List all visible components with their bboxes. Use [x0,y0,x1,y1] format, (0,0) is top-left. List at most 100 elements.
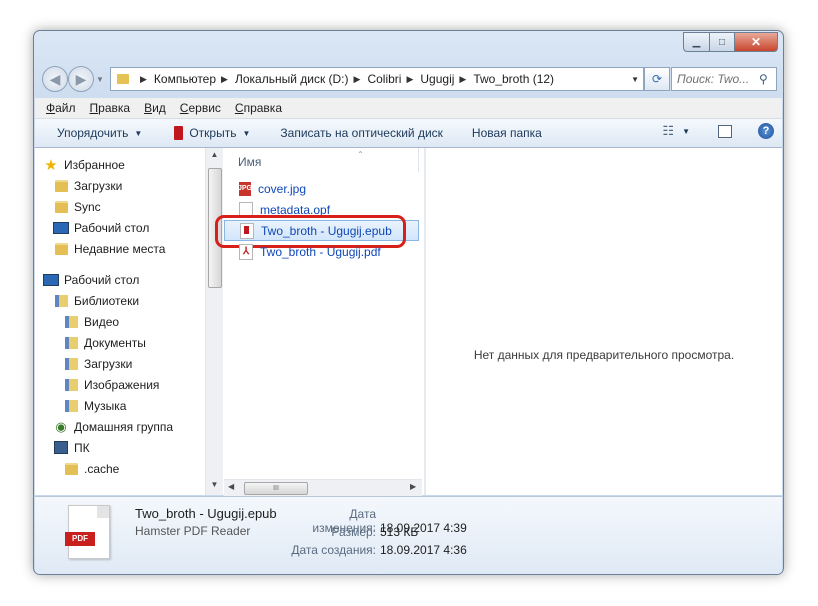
breadcrumb-item[interactable]: ▶ Colibri [349,72,402,86]
content-area: ★ Избранное Загрузки Sync Рабочий стол Недавн… [35,148,782,497]
tree-item-label: Документы [84,335,146,350]
help-icon[interactable]: ? [758,123,774,139]
file-row[interactable]: Two_broth - Ugugij.epub [215,215,419,248]
horizontal-scrollbar[interactable]: ◀ III ▶ [224,479,422,497]
tree-item[interactable]: Рабочий стол [35,217,205,238]
close-button[interactable]: ✕ [735,32,778,52]
address-dropdown-icon[interactable]: ▼ [631,75,639,84]
downloads-library-icon [63,357,79,371]
tree-item[interactable]: Рабочий стол [35,269,205,290]
explorer-window: ▁ □ ✕ ◀ ▶ ▼ ▶ Компьютер ▶ Локальный диск (… [33,30,784,575]
preview-pane: Нет данных для предварительного просмотр… [426,148,782,495]
tree-item-label: Изображения [84,377,160,392]
menu-view[interactable]: Вид [144,101,166,115]
pdf-file-icon: ⅄ [239,243,253,260]
maximize-button[interactable]: □ [710,32,735,52]
details-filename: Two_broth - Ugugij.epub [135,506,277,521]
book-reader-icon [174,126,184,140]
documents-library-icon [63,336,79,350]
tree-item[interactable]: Изображения [35,374,205,395]
open-button[interactable]: Открыть ▼ [174,126,250,140]
menu-help[interactable]: Справка [235,101,282,115]
tree-item[interactable]: ◉ Домашняя группа [35,416,205,437]
search-icon[interactable]: ⚲ [759,72,773,86]
minimize-button[interactable]: ▁ [683,32,710,52]
breadcrumb-item[interactable]: ▶ Локальный диск (D:) [216,72,348,86]
tree-item-label: Загрузки [74,178,123,193]
tree-item[interactable]: Музыка [35,395,205,416]
tree-item[interactable]: Sync [35,196,205,217]
view-options-icon[interactable]: ☷ [662,123,674,139]
file-row[interactable]: ⅄ Two_broth - Ugugij.pdf [224,241,419,262]
search-placeholder: Поиск: Two... [677,72,750,86]
details-pane: PDF Two_broth - Ugugij.epub Hamster PDF … [35,496,782,574]
tree-item-label: Музыка [84,398,127,413]
breadcrumb-item[interactable]: ▶ Ugugij [401,72,454,86]
folder-icon [117,74,129,84]
scroll-right-icon[interactable]: ▶ [410,482,416,491]
tree-item[interactable]: Недавние места [35,238,205,259]
organize-button[interactable]: Упорядочить ▼ [57,126,142,140]
tree-item-label: Sync [74,199,101,214]
navigation-tree: ★ Избранное Загрузки Sync Рабочий стол Недавн… [35,154,205,479]
chevron-down-icon: ▼ [134,128,143,138]
file-name: Two_broth - Ugugij.pdf [260,244,381,259]
caption-buttons: ▁ □ ✕ [683,32,778,52]
navigation-scrollbar[interactable]: ▲ ▼ [205,148,223,495]
recent-pages-dropdown[interactable]: ▼ [96,75,104,84]
computer-icon [53,441,69,455]
folder-icon [53,200,69,214]
tree-item-label: Загрузки [84,356,133,371]
new-folder-button[interactable]: Новая папка [472,126,542,140]
tree-item-label: Домашняя группа [74,419,174,434]
tree-item-label: Недавние места [74,241,166,256]
tree-item-label: Рабочий стол [74,220,150,235]
scroll-up-icon[interactable]: ▲ [206,150,223,159]
sort-ascending-icon: ⌃ [357,150,364,159]
column-divider [418,148,419,172]
navigation-pane: ★ Избранное Загрузки Sync Рабочий стол Недавн… [35,148,223,495]
scroll-thumb[interactable]: III [244,482,308,495]
pictures-library-icon [63,378,79,392]
scroll-left-icon[interactable]: ◀ [228,482,234,491]
file-row[interactable]: JPG cover.jpg [224,178,419,199]
tree-item[interactable]: Библиотеки [35,290,205,311]
preview-message: Нет данных для предварительного просмотр… [473,348,735,362]
menu-edit[interactable]: Правка [90,101,131,115]
tree-item-label: Библиотеки [74,293,140,308]
refresh-button[interactable]: ⟳ [644,67,670,91]
chevron-down-icon[interactable]: ▼ [682,127,690,136]
tree-item[interactable]: Видео [35,311,205,332]
homegroup-icon: ◉ [55,418,67,434]
tree-item[interactable]: Документы [35,332,205,353]
tree-item[interactable]: ★ Избранное [35,154,205,175]
tree-item[interactable]: ПК [35,437,205,458]
file-list: JPG cover.jpg metadata.opf Two_broth - Ugug… [215,178,419,262]
pdf-file-icon: PDF [65,505,110,559]
tree-item-label: Видео [84,314,120,329]
menu-tools[interactable]: Сервис [180,101,221,115]
tree-item-label: ПК [74,440,90,455]
forward-arrow-icon[interactable]: ▶ [68,66,94,92]
navigation-buttons: ◀ ▶ ▼ [42,64,104,92]
jpg-file-icon: JPG [238,181,252,196]
tree-item[interactable]: Загрузки [35,353,205,374]
search-input[interactable]: Поиск: Two... ⚲ [671,67,777,91]
address-bar[interactable]: ▶ Компьютер ▶ Локальный диск (D:) ▶ Colibri… [110,67,644,91]
music-library-icon [63,399,79,413]
breadcrumb-item[interactable]: ▶ Компьютер [135,72,216,86]
downloads-folder-icon [53,179,69,193]
tree-item[interactable]: .cache [35,458,205,479]
preview-pane-icon[interactable] [718,124,732,138]
tree-item-label: Избранное [64,157,125,172]
view-controls: ☷ ▼ ? [662,123,774,139]
chevron-down-icon: ▼ [242,128,251,138]
tree-item-label: Рабочий стол [64,272,140,287]
column-header-name[interactable]: Имя [238,155,261,169]
tree-item[interactable]: Загрузки [35,175,205,196]
scroll-down-icon[interactable]: ▼ [206,480,223,489]
menu-file[interactable]: Файл [46,101,76,115]
burn-button[interactable]: Записать на оптический диск [280,126,443,140]
breadcrumb-item[interactable]: ▶ Two_broth (12) [454,72,554,86]
back-arrow-icon[interactable]: ◀ [42,66,68,92]
